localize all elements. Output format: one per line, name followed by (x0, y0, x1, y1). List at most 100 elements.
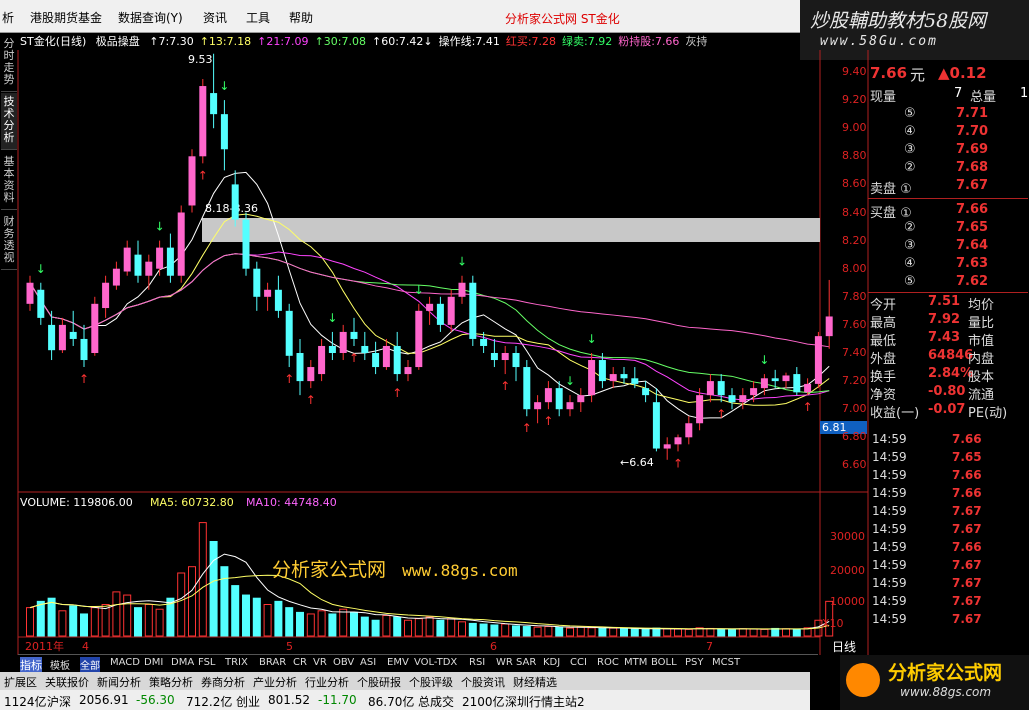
candle-body (544, 388, 552, 403)
indicator-tab[interactable]: MTM (624, 657, 647, 668)
stat-label-2: PE(动) (968, 406, 1008, 421)
indicator-tab[interactable]: BRAR (259, 657, 286, 668)
indicator-tab[interactable]: DMI (144, 657, 163, 668)
indicator-tab[interactable]: CR (293, 657, 307, 668)
status-bar: 1124亿 沪深 2056.91 -56.30 712.2亿 创业 801.52 -11.70… (0, 690, 810, 710)
candle-body (696, 395, 704, 424)
indicator-tab[interactable]: CCI (570, 657, 587, 668)
volume-bar (112, 591, 121, 637)
watermark: 分析家公式网 www.88gs.com (272, 555, 518, 582)
indicator-tab[interactable]: VOL-TDX (414, 657, 457, 668)
candle-body (458, 282, 466, 297)
sell-level: 卖盘 ① 7.67 (870, 178, 1028, 197)
volume-bar (155, 608, 164, 637)
indicator-tab[interactable]: MACD (110, 657, 140, 668)
indicator-tab[interactable]: EMV (387, 657, 409, 668)
candle-body (739, 395, 747, 403)
candle-body (296, 353, 304, 382)
candle-body (566, 402, 574, 410)
function-tab[interactable]: 个股评级 (409, 674, 453, 690)
brand-bottom: 分析家公式网 www.88gs.com (840, 655, 1029, 710)
stat-row: 最低 7.43 市值 (870, 330, 1028, 349)
indicator-tab[interactable]: PSY (685, 657, 704, 668)
volume-bar (209, 541, 218, 637)
indicator-tab[interactable]: 指标 (20, 657, 42, 673)
indicator-tab[interactable]: ASI (360, 657, 376, 668)
function-tab[interactable]: 新闻分析 (97, 674, 141, 690)
function-tab[interactable]: 策略分析 (149, 674, 193, 690)
tick-price: 7.67 (952, 576, 982, 590)
indicator-tab[interactable]: MCST (712, 657, 740, 668)
stat-row: 换手 2.84% 股本 (870, 366, 1028, 385)
status-item: 1124亿 (4, 695, 47, 709)
volume-bar (134, 607, 142, 637)
buy-signal-icon: ↑ (284, 372, 294, 386)
indicator-tab[interactable]: WR (496, 657, 513, 668)
price-tick: 7.40 (842, 346, 867, 359)
indicator-tab[interactable]: TRIX (225, 657, 248, 668)
volume-bar (674, 628, 682, 637)
candle-body (793, 374, 801, 393)
candle-body (555, 388, 563, 410)
function-tab[interactable]: 个股研报 (357, 674, 401, 690)
indicator-tab[interactable]: VR (313, 657, 327, 668)
sell-level-label: ④ (904, 124, 916, 139)
price-tick: 7.60 (842, 317, 867, 331)
indicator-tab[interactable]: 全部 (80, 657, 100, 672)
price-tick: 8.20 (842, 233, 867, 247)
indicator-tab[interactable]: DMA (171, 657, 194, 668)
indicator-tab[interactable]: RSI (469, 657, 485, 668)
watermark-text: 分析家公式网 (272, 559, 387, 581)
function-tab[interactable]: 个股资讯 (461, 674, 505, 690)
candle-body (469, 282, 477, 339)
candle-body (253, 268, 261, 297)
stat-value: -0.80 (928, 384, 966, 399)
candle-body (782, 375, 790, 382)
candle-body (48, 324, 56, 351)
buy-level-label: ② (904, 220, 916, 235)
function-tab[interactable]: 财经精选 (513, 674, 557, 690)
indicator-tab[interactable]: ROC (597, 657, 619, 668)
sell-signal-icon: ↓ (587, 332, 597, 346)
indicator-tab[interactable]: FSL (198, 657, 216, 668)
candle-body (156, 247, 164, 269)
volume-bar (317, 610, 326, 637)
tick-row: 14:59 7.67 (870, 594, 1020, 612)
stat-row: 外盘 64846 内盘 (870, 348, 1028, 367)
tick-time: 14:59 (872, 486, 907, 500)
function-tab[interactable]: 行业分析 (305, 674, 349, 690)
indicator-tab[interactable]: BOLL (651, 657, 677, 668)
candle-body (339, 331, 347, 353)
sell-level: ⑤ 7.71 (870, 106, 1028, 124)
function-tab[interactable]: 券商分析 (201, 674, 245, 690)
function-tab[interactable]: 产业分析 (253, 674, 297, 690)
indicator-tab[interactable]: OBV (333, 657, 354, 668)
status-item: 创业 (236, 695, 261, 709)
volume-bar (576, 626, 585, 637)
stat-label: 最高 (870, 316, 897, 331)
buy-signal-icon: ↑ (543, 414, 553, 428)
volume-tick: 20000 (830, 564, 865, 577)
candle-body (69, 331, 77, 339)
sell-level-price: 7.68 (956, 160, 989, 175)
status-item: 712.2亿 (186, 695, 233, 709)
period-label[interactable]: 日线 (832, 638, 856, 655)
indicator-tab[interactable]: KDJ (543, 657, 560, 668)
volume-bar (706, 627, 715, 637)
tick-row: 14:59 7.67 (870, 576, 1020, 594)
volume-bar (90, 607, 99, 637)
indicator-tab[interactable]: 模板 (50, 657, 70, 672)
volume-bar (468, 622, 477, 637)
candle-body (620, 374, 628, 379)
sell-level-price: 7.71 (956, 106, 989, 121)
function-tab[interactable]: 扩展区 (4, 674, 37, 690)
volume-bar (36, 600, 45, 637)
function-tab[interactable]: 关联报价 (45, 674, 89, 690)
tick-time: 14:59 (872, 612, 907, 626)
candle-body (285, 310, 293, 356)
indicator-tab[interactable]: SAR (516, 657, 536, 668)
candle-body (264, 289, 272, 297)
candle-body (588, 360, 596, 396)
volume-bar (771, 627, 780, 637)
candle-body (199, 86, 207, 157)
